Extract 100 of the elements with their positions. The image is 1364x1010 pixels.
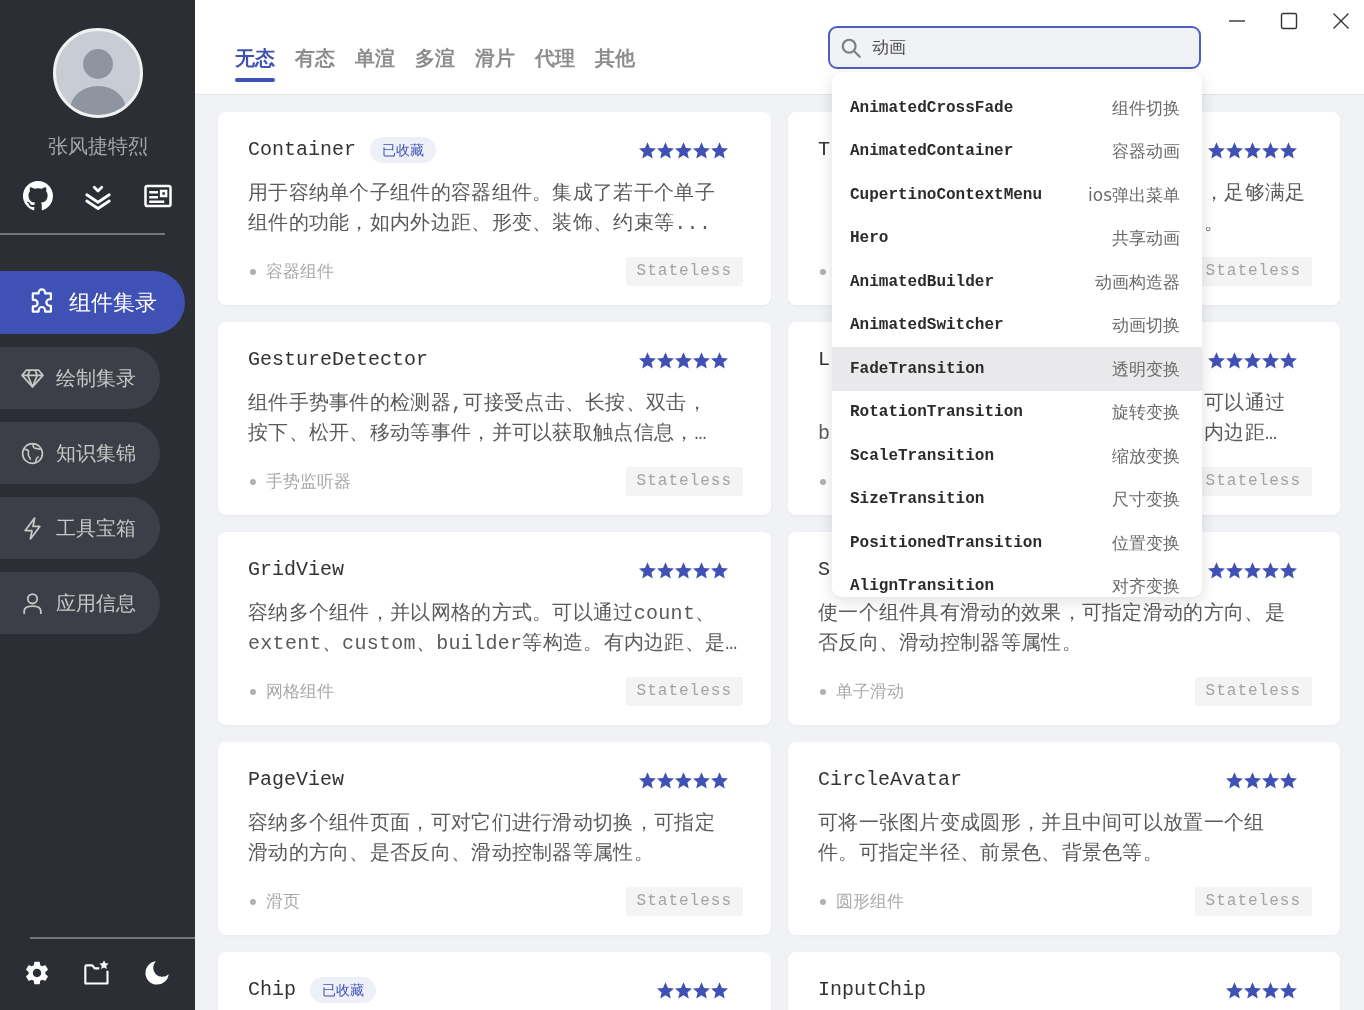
- widget-name: AnimatedContainer: [850, 141, 1014, 162]
- card-title: S: [818, 557, 830, 583]
- star-icon: [1226, 981, 1243, 999]
- star-icon: [711, 561, 728, 579]
- moon-icon[interactable]: [143, 959, 171, 987]
- widget-summary: 对齐变换: [1112, 575, 1180, 596]
- bullet-icon: [820, 478, 826, 485]
- star-icon: [711, 981, 728, 999]
- category-tag: 手势监听器: [266, 470, 351, 493]
- widget-name: AnimatedSwitcher: [850, 315, 1004, 336]
- cat-logo-icon[interactable]: [22, 181, 53, 211]
- star-icon: [711, 771, 728, 789]
- nav-item[interactable]: 工具宝箱: [0, 497, 160, 559]
- widget-summary: 透明变换: [1112, 358, 1180, 379]
- widget-summary: 动画构造器: [1095, 271, 1180, 292]
- tab[interactable]: 无态: [235, 0, 275, 82]
- star-icon: [1280, 771, 1297, 789]
- widget-name: RotationTransition: [850, 402, 1023, 423]
- card-description: 用于容纳单个子组件的容器组件。集成了若干个单子 组件的功能，如内外边距、形变、装饰、约束等...: [248, 181, 716, 237]
- settings-icon[interactable]: [23, 959, 51, 987]
- card-description: 容纳多个组件页面，可对它们进行滑动切换，可指定 滑动的方向、是否反向、滑动控制器等属性。: [248, 811, 716, 867]
- suggestion-item[interactable]: PositionedTransition 位置变换: [832, 521, 1202, 565]
- category-tag: 容器组件: [266, 260, 334, 283]
- folder-star-icon[interactable]: [83, 959, 111, 987]
- nav-item[interactable]: 绘制集录: [0, 347, 160, 409]
- nav-item[interactable]: 组件集录: [0, 271, 185, 334]
- card-title: GestureDetector: [248, 347, 429, 373]
- star-icon: [1208, 561, 1225, 579]
- widget-name: FadeTransition: [850, 358, 985, 379]
- suggestion-item[interactable]: AnimatedSwitcher 动画切换: [832, 303, 1202, 347]
- card-description: 可将一张图片变成圆形，并且中间可以放置一个组 件。可指定半径、前景色、背景色等。: [818, 811, 1266, 867]
- card-title: InputChip: [818, 977, 927, 1003]
- maximize-icon[interactable]: [1280, 12, 1298, 30]
- star-icon: [1208, 351, 1225, 369]
- card-title: GridView: [248, 557, 344, 583]
- widget-name: AlignTransition: [850, 575, 995, 596]
- star-icon: [711, 351, 728, 369]
- suggestion-item[interactable]: RotationTransition 旋转变换: [832, 390, 1202, 434]
- star-icon: [1262, 981, 1279, 999]
- widget-name: SizeTransition: [850, 489, 985, 510]
- bullet-icon: [250, 268, 256, 275]
- star-icon: [639, 771, 656, 789]
- star-icon: [657, 561, 674, 579]
- widget-card[interactable]: PageView 容纳多个组件页面，可对它们进行滑动切换，可指定 滑动的方向、是否反向、滑动控制器等属性。 滑页 Stateless: [218, 742, 771, 935]
- widget-summary: ios弹出菜单: [1088, 184, 1180, 205]
- card-title: L: [818, 347, 830, 373]
- suggestion-item[interactable]: CupertinoContextMenu ios弹出菜单: [832, 173, 1202, 217]
- search-field[interactable]: 动画: [828, 26, 1201, 69]
- description-fragment: ，足够满足: [1204, 182, 1306, 205]
- widget-summary: 组件切换: [1112, 97, 1180, 118]
- star-icon: [1226, 141, 1243, 159]
- search-input[interactable]: 动画: [872, 37, 1199, 58]
- description-fragment: b: [818, 422, 831, 445]
- widget-card[interactable]: CircleAvatar 可将一张图片变成圆形，并且中间可以放置一个组 件。可指定半径、前景色、背景色等。 圆形组件 Stateless: [788, 742, 1340, 935]
- suggestion-item[interactable]: Hero 共享动画: [832, 216, 1202, 260]
- widget-card[interactable]: InputChip: [788, 952, 1340, 1010]
- star-icon: [693, 351, 710, 369]
- card-title: PageView: [248, 767, 344, 793]
- bullet-icon: [250, 898, 256, 905]
- widget-summary: 容器动画: [1112, 141, 1180, 162]
- card-description: 使一个组件具有滑动的效果，可指定滑动的方向、是 否反向、滑动控制器等属性。: [818, 601, 1286, 657]
- globe-icon: [20, 440, 45, 466]
- star-icon: [675, 771, 692, 789]
- star-icon: [639, 561, 656, 579]
- suggestion-item[interactable]: ScaleTransition 缩放变换: [832, 434, 1202, 478]
- favorite-badge: 已收藏: [370, 137, 437, 163]
- type-badge: Stateless: [1194, 887, 1312, 916]
- favorite-badge: 已收藏: [310, 977, 376, 1003]
- widget-summary: 动画切换: [1112, 315, 1180, 336]
- star-icon: [711, 141, 728, 159]
- card-title: Chip: [248, 977, 296, 1003]
- suggestion-item[interactable]: SizeTransition 尺寸变换: [832, 477, 1202, 521]
- widget-card[interactable]: GridView 容纳多个组件，并以网格的方式。可以通过count、 extent、custom、builder等构造。有内边距、是… 网格组件 Stateless: [218, 532, 771, 725]
- star-icon: [693, 981, 710, 999]
- suggestion-item[interactable]: AnimatedBuilder 动画构造器: [832, 260, 1202, 304]
- close-icon[interactable]: [1332, 12, 1350, 30]
- bullet-icon: [820, 688, 826, 695]
- nav-item[interactable]: 应用信息: [0, 572, 160, 634]
- star-icon: [1262, 351, 1279, 369]
- star-icon: [675, 141, 692, 159]
- suggestion-item[interactable]: FadeTransition 透明变换: [832, 347, 1202, 391]
- bullet-icon: [820, 898, 826, 905]
- widget-card[interactable]: Container 已收藏 用于容纳单个子组件的容器组件。集成了若干个单子 组件的功能，如内外边距、形变、装饰、约束等... 容器组件 Stateless: [218, 112, 771, 305]
- nav-item[interactable]: 知识集锦: [0, 422, 160, 484]
- star-icon: [675, 351, 692, 369]
- suggestion-item[interactable]: AlignTransition 对齐变换: [832, 564, 1202, 597]
- widget-name: ScaleTransition: [850, 445, 995, 466]
- widget-card[interactable]: GestureDetector 组件手势事件的检测器,可接受点击、长按、双击， 按下、松开、移动等事件，并可以获取触点信息，… 手势监听器 Stateless: [218, 322, 771, 515]
- category-tag: 滑页: [266, 890, 300, 913]
- bullet-icon: [250, 688, 256, 695]
- search-icon: [840, 36, 862, 59]
- star-icon: [1244, 141, 1261, 159]
- suggestion-item[interactable]: AnimatedCrossFade 组件切换: [832, 86, 1202, 130]
- widget-name: AnimatedCrossFade: [850, 97, 1014, 118]
- star-icon: [1226, 771, 1243, 789]
- widget-card[interactable]: Chip 已收藏: [218, 952, 771, 1010]
- bullet-icon: [820, 268, 826, 275]
- suggestion-item[interactable]: AnimatedContainer 容器动画: [832, 129, 1202, 173]
- star-icon: [1262, 141, 1279, 159]
- star-icon: [639, 351, 656, 369]
